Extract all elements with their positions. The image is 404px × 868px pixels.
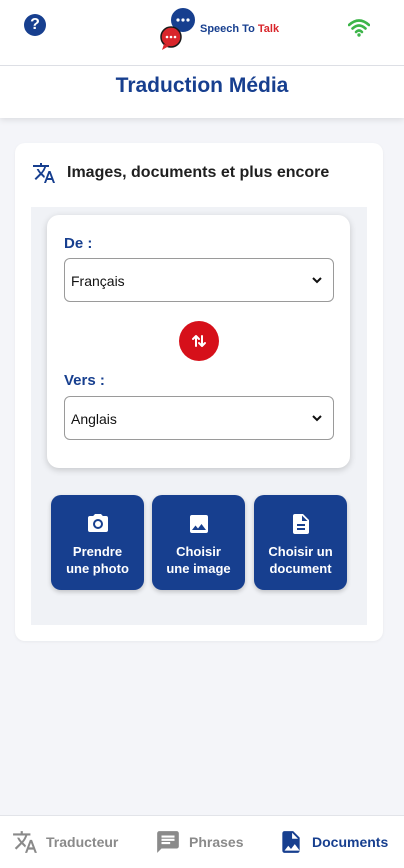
translate-icon bbox=[33, 163, 55, 183]
swap-icon bbox=[192, 335, 206, 347]
to-language-select[interactable]: Anglais bbox=[64, 396, 334, 440]
take-photo-button[interactable]: Prendre une photo bbox=[51, 495, 144, 590]
translate-icon bbox=[13, 831, 37, 853]
swap-languages-button[interactable] bbox=[179, 321, 219, 361]
document-icon bbox=[293, 514, 309, 534]
camera-icon bbox=[88, 514, 108, 532]
choose-document-button[interactable]: Choisir un document bbox=[254, 495, 347, 590]
wifi-icon[interactable] bbox=[348, 18, 370, 38]
chevron-down-icon bbox=[312, 415, 322, 422]
app-header: ? Speech To Talk Traduction Média bbox=[0, 0, 404, 118]
from-language-value: Français bbox=[71, 273, 125, 289]
from-language-select[interactable]: Français bbox=[64, 258, 334, 302]
chat-icon bbox=[157, 831, 179, 853]
take-photo-label: Prendre une photo bbox=[66, 544, 129, 576]
nav-label-phrases: Phrases bbox=[189, 834, 244, 850]
top-bar: ? Speech To Talk bbox=[0, 0, 404, 66]
nav-label-traducteur: Traducteur bbox=[46, 834, 119, 850]
nav-item-documents[interactable]: Documents bbox=[278, 829, 388, 855]
chevron-down-icon bbox=[312, 277, 322, 284]
to-label: Vers : bbox=[64, 372, 105, 389]
choose-document-label: Choisir un document bbox=[268, 544, 333, 576]
page-title: Traduction Média bbox=[115, 74, 289, 97]
from-label: De : bbox=[64, 235, 93, 252]
language-selector-box: De : Français Vers : Anglais bbox=[47, 215, 350, 468]
media-translation-card: Images, documents et plus encore De : Fr… bbox=[15, 143, 383, 641]
logo-text: Speech To Talk bbox=[200, 23, 280, 35]
image-document-icon bbox=[282, 831, 300, 853]
choose-image-label: Choisir une image bbox=[166, 544, 231, 576]
help-icon[interactable]: ? bbox=[24, 14, 46, 36]
nav-item-traducteur[interactable]: Traducteur bbox=[12, 829, 118, 855]
nav-item-phrases[interactable]: Phrases bbox=[155, 829, 243, 855]
media-panel: De : Français Vers : Anglais Prendre une… bbox=[31, 207, 367, 625]
card-header: Images, documents et plus encore bbox=[32, 160, 373, 186]
choose-image-button[interactable]: Choisir une image bbox=[152, 495, 245, 590]
card-title: Images, documents et plus encore bbox=[67, 164, 330, 181]
to-language-value: Anglais bbox=[71, 411, 117, 427]
bottom-navigation: Traducteur Phrases Documents bbox=[0, 815, 404, 868]
image-icon bbox=[190, 515, 208, 533]
nav-label-documents: Documents bbox=[312, 834, 389, 850]
logo: Speech To Talk bbox=[158, 4, 288, 52]
speech-bubbles-icon bbox=[160, 6, 197, 50]
